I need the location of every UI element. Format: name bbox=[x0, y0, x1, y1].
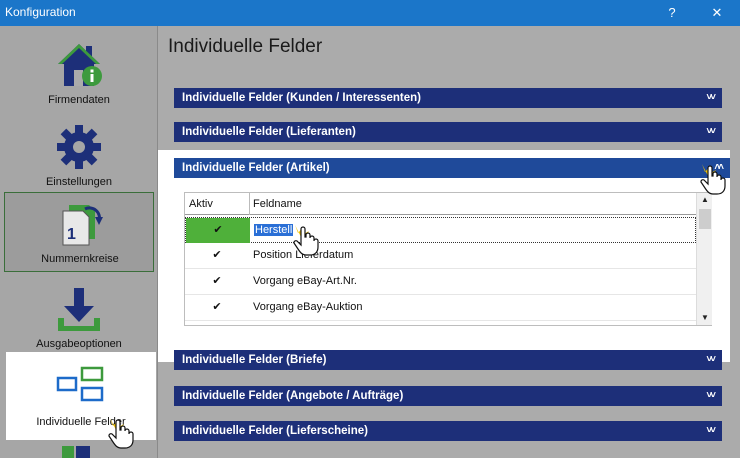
section-lieferscheine[interactable]: Individuelle Felder (Lieferscheine) ˅˅ bbox=[174, 421, 722, 441]
sidebar-item-label: Nummernkreise bbox=[41, 253, 119, 265]
section-lieferanten[interactable]: Individuelle Felder (Lieferanten) ˅˅ bbox=[174, 122, 722, 142]
sidebar-item-label: Einstellungen bbox=[45, 176, 113, 188]
chevron-double-down-icon: ˅˅ bbox=[706, 390, 716, 401]
hand-cursor-icon bbox=[293, 225, 319, 256]
next-sidebar-icon bbox=[62, 446, 90, 458]
number-refresh-icon: 1 bbox=[62, 205, 103, 246]
close-button[interactable]: ✕ bbox=[702, 0, 732, 26]
checkbox-checked[interactable]: ✔ bbox=[211, 275, 223, 287]
feldname-edit-field[interactable]: Herstell bbox=[254, 224, 294, 236]
aktiv-cell[interactable]: ✔ bbox=[185, 295, 249, 320]
hand-cursor-icon bbox=[108, 418, 134, 449]
grid-header: Aktiv Feldname bbox=[185, 193, 696, 215]
sidebar-item-nummernkreise[interactable]: 1 Nummernkreise bbox=[4, 192, 154, 272]
download-tray-icon bbox=[58, 288, 100, 331]
hand-cursor-icon bbox=[700, 164, 726, 195]
gear-icon bbox=[57, 125, 101, 169]
chevron-double-down-icon: ˅˅ bbox=[706, 126, 716, 137]
page-title: Individuelle Felder bbox=[168, 36, 323, 57]
column-header-feldname[interactable]: Feldname bbox=[253, 198, 302, 210]
aktiv-cell[interactable]: ✔ bbox=[186, 218, 250, 243]
column-header-aktiv[interactable]: Aktiv bbox=[189, 198, 213, 210]
table-row[interactable]: ✔ Position Lieferdatum bbox=[185, 243, 696, 269]
section-label: Individuelle Felder (Artikel) bbox=[182, 162, 330, 174]
chevron-double-down-icon: ˅˅ bbox=[706, 92, 716, 103]
section-artikel[interactable]: Individuelle Felder (Artikel) ˄˄ bbox=[174, 158, 730, 178]
sidebar: Firmendaten Einstellungen 1 Nummernkreis… bbox=[0, 26, 158, 458]
section-angebote-auftraege[interactable]: Individuelle Felder (Angebote / Aufträge… bbox=[174, 386, 722, 406]
window-title: Konfiguration bbox=[5, 5, 76, 19]
svg-text:1: 1 bbox=[67, 226, 76, 243]
section-artikel-panel: Individuelle Felder (Artikel) ˄˄ Aktiv F… bbox=[158, 150, 730, 362]
sidebar-item-ausgabeoptionen[interactable]: Ausgabeoptionen bbox=[4, 278, 154, 358]
chevron-double-down-icon: ˅˅ bbox=[706, 425, 716, 436]
table-row[interactable]: ✔ Vorgang eBay-Art.Nr. bbox=[185, 269, 696, 295]
section-label: Individuelle Felder (Briefe) bbox=[182, 354, 327, 366]
feldname-cell: Vorgang eBay-Auktion bbox=[253, 301, 363, 313]
section-label: Individuelle Felder (Angebote / Aufträge… bbox=[182, 390, 404, 402]
section-label: Individuelle Felder (Lieferscheine) bbox=[182, 425, 368, 437]
fields-grid: Aktiv Feldname ✔ Herstell ✔ Position Lie… bbox=[184, 192, 712, 326]
section-briefe[interactable]: Individuelle Felder (Briefe) ˅˅ bbox=[174, 350, 722, 370]
section-label: Individuelle Felder (Lieferanten) bbox=[182, 126, 356, 138]
column-divider bbox=[249, 193, 250, 215]
sidebar-item-firmendaten[interactable]: Firmendaten bbox=[4, 34, 154, 114]
help-button[interactable]: ? bbox=[657, 0, 687, 26]
sidebar-item-label: Ausgabeoptionen bbox=[36, 338, 122, 350]
feldname-cell: Vorgang eBay-Art.Nr. bbox=[253, 275, 357, 287]
home-info-icon bbox=[58, 44, 102, 86]
main-content: Individuelle Felder Individuelle Felder … bbox=[158, 26, 740, 458]
scroll-thumb[interactable] bbox=[699, 209, 711, 229]
table-row[interactable]: ✔ Herstell bbox=[185, 217, 696, 243]
sidebar-item-einstellungen[interactable]: Einstellungen bbox=[4, 116, 154, 196]
checkbox-checked[interactable]: ✔ bbox=[211, 249, 223, 261]
vertical-scrollbar[interactable]: ▲ ▼ bbox=[696, 193, 712, 325]
checkbox-checked[interactable]: ✔ bbox=[211, 301, 223, 313]
table-row[interactable]: ✔ Vorgang eBay-Auktion bbox=[185, 295, 696, 321]
scroll-down-icon[interactable]: ▼ bbox=[697, 311, 713, 325]
feldname-edit-text[interactable]: Herstell bbox=[254, 224, 294, 236]
sidebar-item-label: Firmendaten bbox=[48, 94, 110, 106]
section-label: Individuelle Felder (Kunden / Interessen… bbox=[182, 92, 421, 104]
window-titlebar: Konfiguration ? ✕ bbox=[0, 0, 740, 26]
aktiv-cell[interactable]: ✔ bbox=[185, 269, 249, 294]
aktiv-cell[interactable]: ✔ bbox=[185, 243, 249, 268]
checkbox-checked[interactable]: ✔ bbox=[212, 224, 224, 236]
section-kunden-interessenten[interactable]: Individuelle Felder (Kunden / Interessen… bbox=[174, 88, 722, 108]
chevron-double-down-icon: ˅˅ bbox=[706, 354, 716, 365]
fields-icon bbox=[56, 366, 104, 402]
